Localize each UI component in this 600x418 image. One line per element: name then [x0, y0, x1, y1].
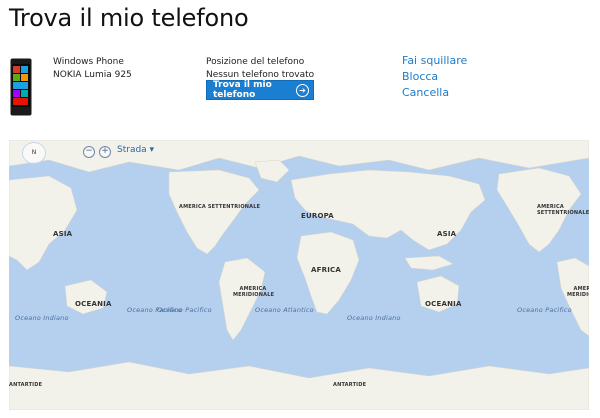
map-label-oceano-pacifico-center: Oceano Pacifico [157, 306, 212, 314]
map-label-asia-left: ASIA [53, 230, 73, 238]
map-label-oceania-center: OCEANIA [425, 300, 462, 308]
land-greenland [254, 159, 290, 183]
map-label-antartide-center: ANTARTIDE [333, 382, 367, 388]
land-antarctica [9, 361, 589, 410]
map-label-na-right: AMERICA SETTENTRIONALE [537, 204, 589, 216]
map-label-oceano-indiano-center: Oceano Indiano [347, 314, 401, 322]
land-arctic-top [9, 140, 589, 173]
zoom-out-button[interactable]: − [83, 146, 95, 158]
device-model: NOKIA Lumia 925 [53, 70, 132, 80]
phone-actions: Fai squillare Blocca Cancella [402, 53, 467, 101]
land-na-center [168, 169, 260, 255]
map-label-oceano-atlantico: Oceano Atlantico [255, 306, 314, 314]
map-label-sa-center: AMERICA MERIDIONALE [233, 286, 275, 298]
map-label-asia-center: ASIA [437, 230, 457, 238]
map-label-europa: EUROPA [301, 212, 334, 220]
arrow-right-icon: ➔ [296, 84, 309, 97]
map-label-africa: AFRICA [311, 266, 341, 274]
map[interactable]: ASIA AMERICA SETTENTRIONALE EUROPA AFRIC… [9, 140, 589, 410]
map-label-sa-right: AMERICA MERIDIONALE [567, 286, 589, 298]
location-info: Posizione del telefono Nessun telefono t… [206, 56, 314, 82]
land-oceania-left [64, 279, 108, 315]
ring-phone-link[interactable]: Fai squillare [402, 53, 467, 69]
map-label-oceania-left: OCEANIA [75, 300, 112, 308]
map-label-antartide-left: ANTARTIDE [9, 382, 43, 388]
phone-icon [10, 58, 32, 116]
device-type: Windows Phone [53, 57, 124, 67]
map-canvas [9, 140, 589, 410]
zoom-in-button[interactable]: + [99, 146, 111, 158]
map-label-oceano-pacifico-right: Oceano Pacifico [517, 306, 572, 314]
location-title: Posizione del telefono [206, 57, 305, 67]
map-label-oceano-indiano-left: Oceano Indiano [15, 314, 69, 322]
land-asia-left [9, 175, 78, 271]
compass-icon[interactable]: N [22, 142, 46, 164]
map-style-dropdown[interactable]: Strada ▾ [117, 145, 154, 155]
page-title: Trova il mio telefono [9, 4, 249, 32]
erase-phone-link[interactable]: Cancella [402, 85, 467, 101]
map-label-na-center: AMERICA SETTENTRIONALE [179, 204, 261, 210]
land-indonesia [404, 255, 454, 271]
find-phone-button[interactable]: Trova il mio telefono ➔ [206, 80, 314, 100]
device-info: Windows Phone NOKIA Lumia 925 [53, 56, 132, 82]
land-sa-center [218, 257, 266, 341]
lock-phone-link[interactable]: Blocca [402, 69, 467, 85]
